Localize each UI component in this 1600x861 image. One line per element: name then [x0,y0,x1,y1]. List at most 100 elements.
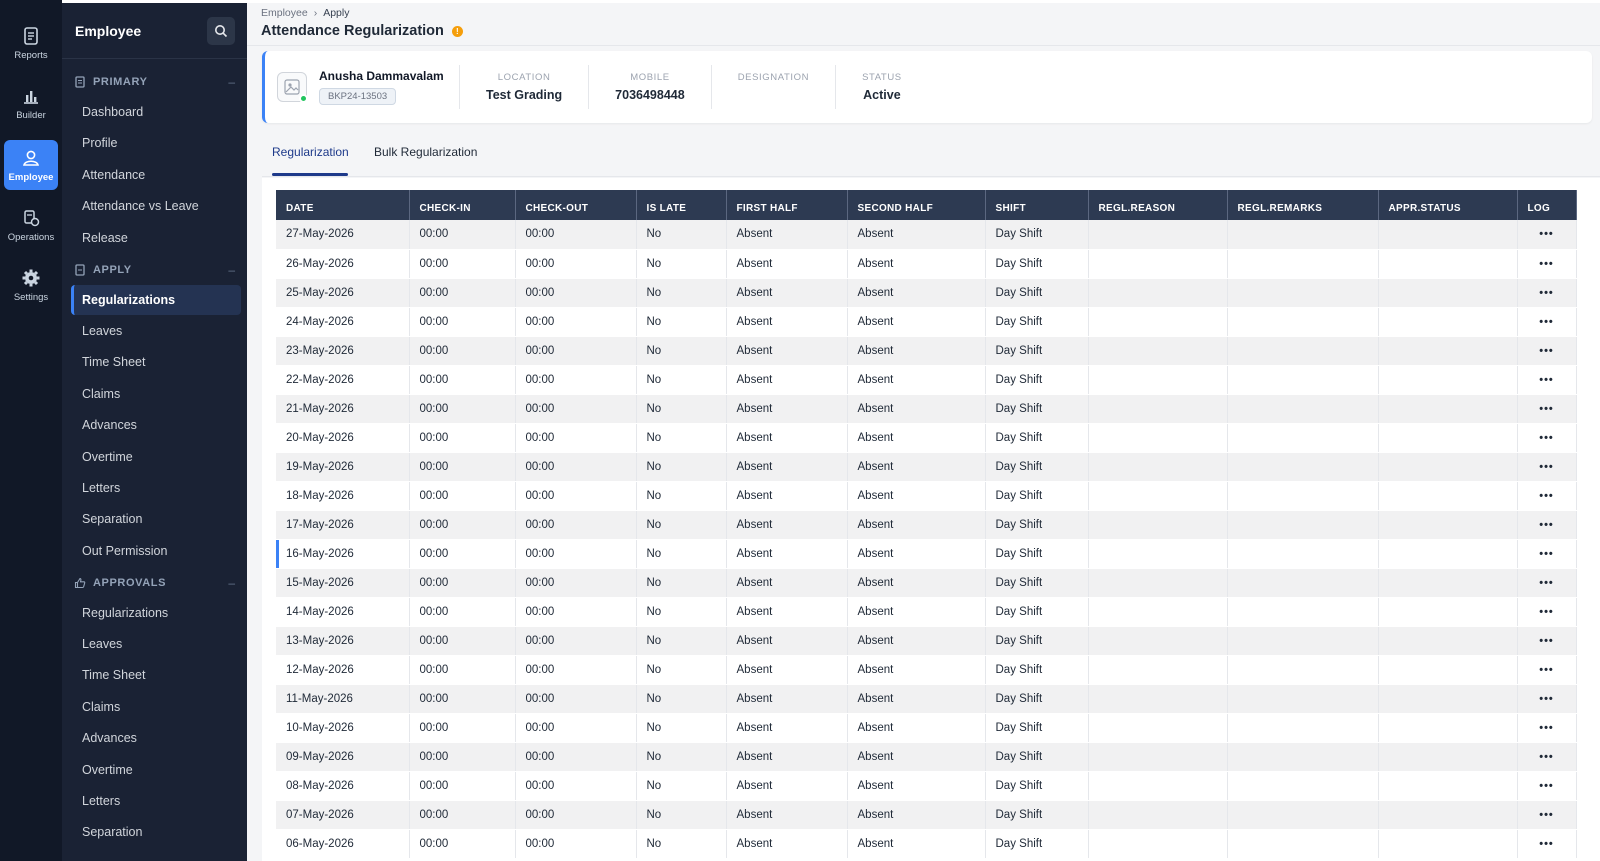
breadcrumb-parent[interactable]: Employee [261,7,308,19]
menu-item-approvals-separation[interactable]: Separation [71,817,241,847]
table-row[interactable]: 10-May-2026 00:00 00:00 No Absent Absent Day S… [276,713,1577,743]
column-header[interactable]: REGL.REASON [1088,190,1228,220]
collapse-icon[interactable]: – [228,576,235,590]
menu-item-release[interactable]: Release [71,223,241,253]
table-row[interactable]: 11-May-2026 00:00 00:00 No Absent Absent Day S… [276,684,1577,714]
table-cell: Absent [726,742,848,772]
menu-item-attendance-vs-leave[interactable]: Attendance vs Leave [71,191,241,221]
row-actions-menu[interactable]: ••• [1517,249,1577,279]
column-header[interactable]: DATE [276,190,410,220]
table-row[interactable]: 14-May-2026 00:00 00:00 No Absent Absent Day S… [276,597,1577,627]
row-actions-menu[interactable]: ••• [1517,539,1577,569]
table-row[interactable]: 19-May-2026 00:00 00:00 No Absent Absent Day S… [276,452,1577,482]
table-cell [1378,394,1518,424]
table-row[interactable]: 16-May-2026 00:00 00:00 No Absent Absent Day S… [276,539,1577,569]
rail-item-operations[interactable]: Operations [4,200,58,250]
collapse-icon[interactable]: – [228,75,235,89]
column-header[interactable]: SECOND HALF [847,190,986,220]
collapse-icon[interactable]: – [228,263,235,277]
section-approvals[interactable]: APPROVALS – [62,568,247,598]
row-actions-menu[interactable]: ••• [1517,452,1577,482]
table-row[interactable]: 26-May-2026 00:00 00:00 No Absent Absent Day S… [276,249,1577,279]
menu-item-apply-separation[interactable]: Separation [71,504,241,534]
table-cell: 21-May-2026 [276,394,410,424]
menu-item-apply-time-sheet[interactable]: Time Sheet [71,347,241,377]
table-row[interactable]: 24-May-2026 00:00 00:00 No Absent Absent Day S… [276,307,1577,337]
row-actions-menu[interactable]: ••• [1517,684,1577,714]
table-row[interactable]: 22-May-2026 00:00 00:00 No Absent Absent Day S… [276,365,1577,395]
table-row[interactable]: 09-May-2026 00:00 00:00 No Absent Absent Day S… [276,742,1577,772]
row-actions-menu[interactable]: ••• [1517,278,1577,308]
column-header[interactable]: FIRST HALF [726,190,848,220]
row-actions-menu[interactable]: ••• [1517,568,1577,598]
menu-item-approvals-advances[interactable]: Advances [71,723,241,753]
row-actions-menu[interactable]: ••• [1517,510,1577,540]
column-header[interactable]: CHECK-OUT [515,190,637,220]
row-actions-menu[interactable]: ••• [1517,742,1577,772]
rail-item-settings[interactable]: Settings [4,260,58,310]
table-row[interactable]: 25-May-2026 00:00 00:00 No Absent Absent Day S… [276,278,1577,308]
menu-item-profile[interactable]: Profile [71,128,241,158]
column-header[interactable]: REGL.REMARKS [1227,190,1379,220]
row-actions-menu[interactable]: ••• [1517,829,1577,859]
menu-item-apply-leaves[interactable]: Leaves [71,316,241,346]
section-apply[interactable]: APPLY – [62,255,247,285]
column-header[interactable]: IS LATE [636,190,727,220]
tab-regularization[interactable]: Regularization [272,145,349,176]
menu-item-apply-overtime[interactable]: Overtime [71,442,241,472]
table-row[interactable]: 17-May-2026 00:00 00:00 No Absent Absent Day S… [276,510,1577,540]
rail-item-builder[interactable]: Builder [4,78,58,128]
row-actions-menu[interactable]: ••• [1517,713,1577,743]
menu-search-button[interactable] [207,16,235,45]
table-cell: Absent [726,481,848,511]
table-row[interactable]: 21-May-2026 00:00 00:00 No Absent Absent Day S… [276,394,1577,424]
column-header[interactable]: CHECK-IN [409,190,516,220]
menu-item-apply-out-permission[interactable]: Out Permission [71,536,241,566]
table-cell [1378,539,1518,569]
rail-item-employee[interactable]: Employee [4,140,58,190]
table-row[interactable]: 06-May-2026 00:00 00:00 No Absent Absent Day S… [276,829,1577,859]
column-header[interactable]: SHIFT [985,190,1089,220]
menu-item-attendance[interactable]: Attendance [71,160,241,190]
menu-item-approvals-regularizations[interactable]: Regularizations [71,598,241,628]
row-actions-menu[interactable]: ••• [1517,365,1577,395]
menu-item-approvals-letters[interactable]: Letters [71,786,241,816]
menu-item-approvals-time-sheet[interactable]: Time Sheet [71,660,241,690]
menu-item-apply-regularizations[interactable]: Regularizations [71,284,241,315]
table-row[interactable]: 20-May-2026 00:00 00:00 No Absent Absent Day S… [276,423,1577,453]
menu-item-apply-claims[interactable]: Claims [71,379,241,409]
row-actions-menu[interactable]: ••• [1517,423,1577,453]
table-row[interactable]: 07-May-2026 00:00 00:00 No Absent Absent Day S… [276,800,1577,830]
row-actions-menu[interactable]: ••• [1517,481,1577,511]
menu-item-apply-letters[interactable]: Letters [71,473,241,503]
row-actions-menu[interactable]: ••• [1517,771,1577,801]
row-actions-menu[interactable]: ••• [1517,597,1577,627]
info-icon[interactable]: ! [451,25,463,37]
rail-item-reports[interactable]: Reports [4,18,58,68]
menu-item-apply-advances[interactable]: Advances [71,410,241,440]
column-header[interactable]: APPR.STATUS [1378,190,1518,220]
table-row[interactable]: 18-May-2026 00:00 00:00 No Absent Absent Day S… [276,481,1577,511]
table-row[interactable]: 27-May-2026 00:00 00:00 No Absent Absent Day S… [276,220,1577,250]
tab-bulk-regularization[interactable]: Bulk Regularization [374,145,477,159]
menu-item-approvals-overtime[interactable]: Overtime [71,755,241,785]
table-cell: Absent [847,336,986,366]
menu-item-approvals-leaves[interactable]: Leaves [71,629,241,659]
row-actions-menu[interactable]: ••• [1517,336,1577,366]
menu-item-approvals-claims[interactable]: Claims [71,692,241,722]
row-actions-menu[interactable]: ••• [1517,626,1577,656]
section-primary[interactable]: PRIMARY – [62,67,247,97]
row-actions-menu[interactable]: ••• [1517,394,1577,424]
column-header[interactable]: LOG [1517,190,1577,220]
table-row[interactable]: 08-May-2026 00:00 00:00 No Absent Absent Day S… [276,771,1577,801]
row-actions-menu[interactable]: ••• [1517,655,1577,685]
menu-item-dashboard[interactable]: Dashboard [71,97,241,127]
table-cell: Absent [726,394,848,424]
table-row[interactable]: 23-May-2026 00:00 00:00 No Absent Absent Day S… [276,336,1577,366]
table-row[interactable]: 12-May-2026 00:00 00:00 No Absent Absent Day S… [276,655,1577,685]
row-actions-menu[interactable]: ••• [1517,307,1577,337]
row-actions-menu[interactable]: ••• [1517,220,1577,250]
row-actions-menu[interactable]: ••• [1517,800,1577,830]
table-row[interactable]: 15-May-2026 00:00 00:00 No Absent Absent Day S… [276,568,1577,598]
table-row[interactable]: 13-May-2026 00:00 00:00 No Absent Absent Day S… [276,626,1577,656]
